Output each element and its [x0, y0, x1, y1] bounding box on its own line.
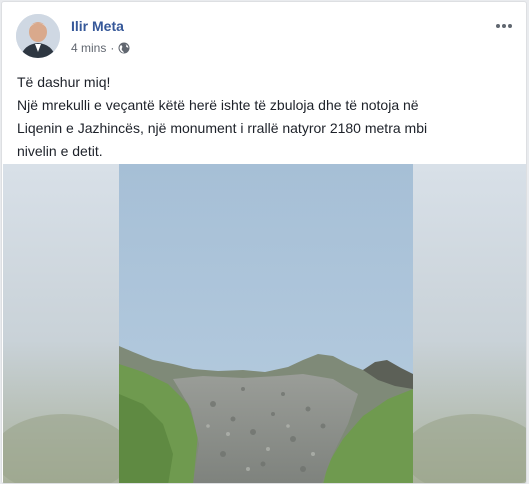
post-meta: 4 mins ·	[71, 41, 130, 55]
meta-separator: ·	[110, 41, 115, 55]
globe-icon[interactable]	[118, 42, 130, 54]
post-video[interactable]	[3, 164, 526, 483]
author-name[interactable]: Ilir Meta	[71, 18, 124, 34]
more-options-icon[interactable]	[492, 16, 516, 36]
post-text-line: Një mrekulli e veçantë këtë herë ishte t…	[17, 97, 419, 113]
post-text-line: Të dashur miq!	[17, 74, 111, 90]
post-text-line: nivelin e detit.	[17, 143, 103, 159]
post-header: Ilir Meta 4 mins ·	[16, 14, 516, 64]
post-text: Të dashur miq! Një mrekulli e veçantë kë…	[17, 71, 517, 163]
post-text-line: Liqenin e Jazhincës, një monument i rral…	[17, 120, 428, 136]
post-timestamp[interactable]: 4 mins	[71, 41, 106, 55]
avatar[interactable]	[16, 14, 60, 58]
post-card: Ilir Meta 4 mins · Të dashur miq! Një mr…	[1, 1, 527, 484]
